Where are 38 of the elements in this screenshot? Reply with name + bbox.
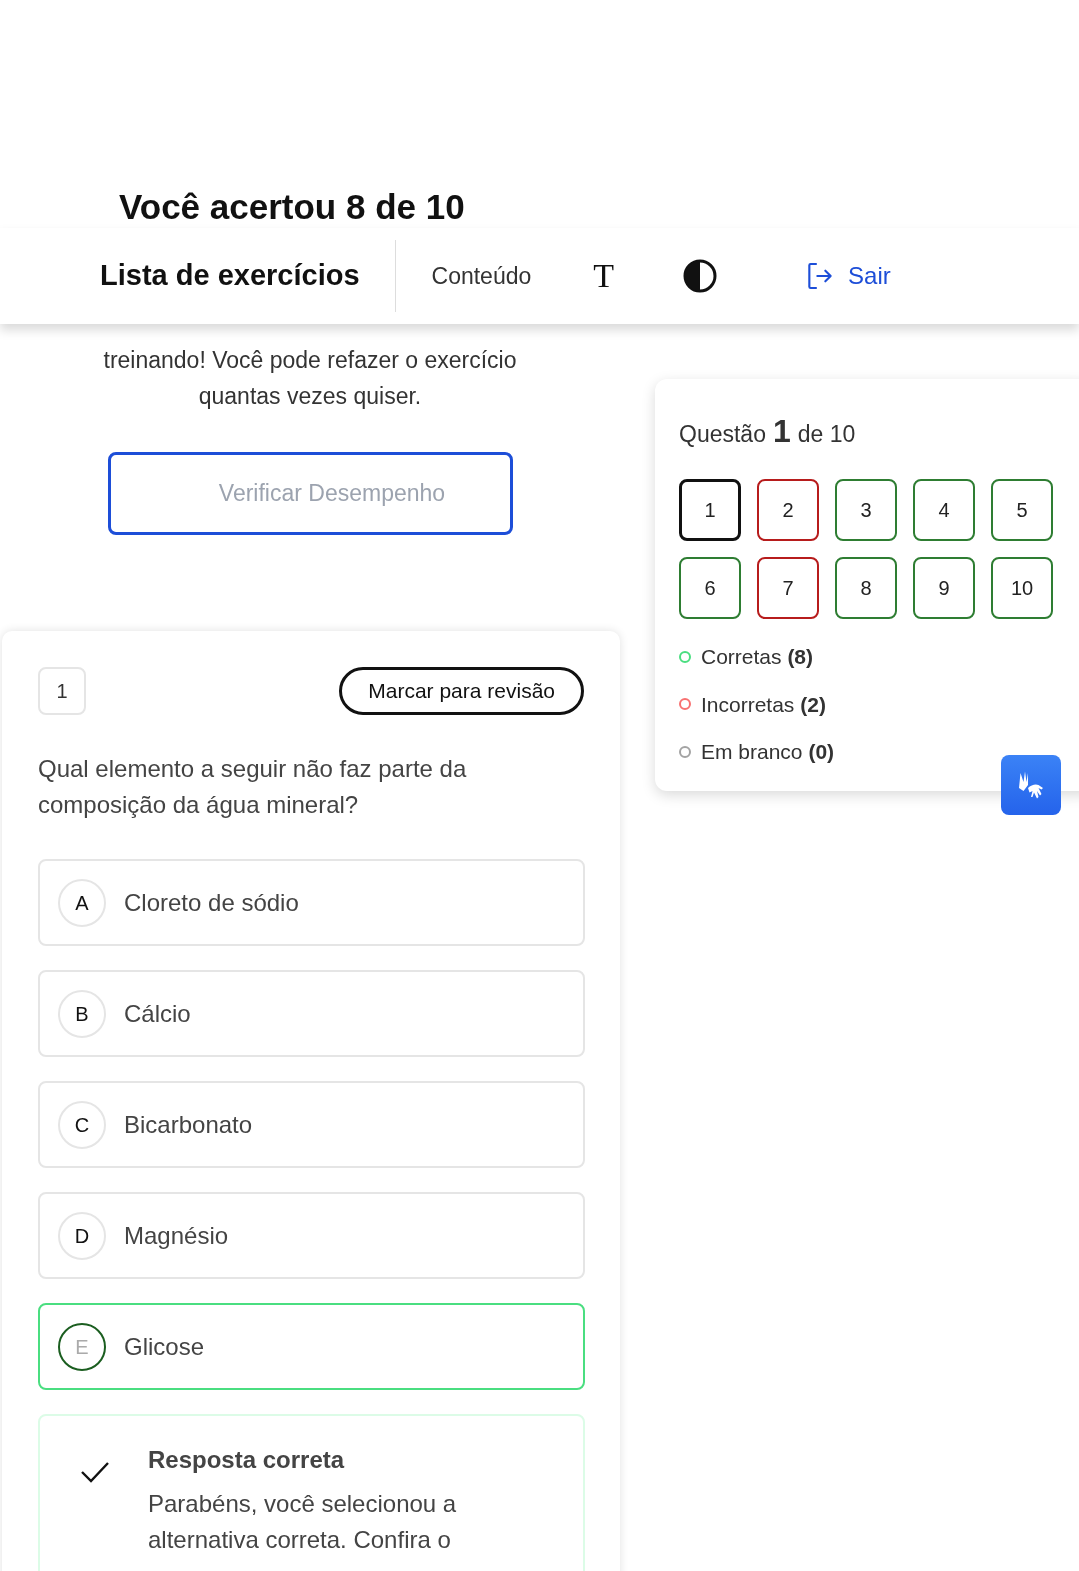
option-letter: E bbox=[58, 1322, 106, 1371]
question-number: 1 bbox=[38, 667, 86, 715]
question-button[interactable]: 1 bbox=[679, 479, 741, 541]
font-size-button[interactable]: T bbox=[593, 259, 615, 293]
legend-label: Corretas (8) bbox=[701, 644, 814, 670]
question-button[interactable]: 8 bbox=[835, 557, 897, 619]
question-button[interactable]: 5 bbox=[991, 479, 1053, 541]
summary-text: treinando! Você pode refazer o exercício quantas vezes quiser. bbox=[102, 346, 518, 411]
question-counter: Questão 1 de 10 bbox=[679, 412, 857, 451]
feedback-title: Resposta correta bbox=[148, 1445, 346, 1475]
answer-option[interactable]: D Magnésio bbox=[38, 1192, 585, 1279]
answer-option[interactable]: B Cálcio bbox=[38, 970, 585, 1057]
page-title: Lista de exercícios bbox=[100, 258, 360, 294]
answer-option[interactable]: C Bicarbonato bbox=[38, 1081, 585, 1168]
question-button[interactable]: 4 bbox=[913, 479, 975, 541]
answer-option[interactable]: A Cloreto de sódio bbox=[38, 859, 585, 946]
question-text: Qual elemento a seguir não faz parte da composição da água mineral? bbox=[38, 754, 468, 820]
question-button[interactable]: 3 bbox=[835, 479, 897, 541]
contrast-icon[interactable] bbox=[682, 258, 719, 294]
content-link[interactable]: Conteúdo bbox=[431, 258, 532, 294]
question-button[interactable]: 6 bbox=[679, 557, 741, 619]
option-letter: B bbox=[58, 989, 106, 1038]
legend-label: Em branco (0) bbox=[701, 739, 835, 765]
check-icon bbox=[80, 1460, 110, 1484]
answer-option[interactable]: E Glicose bbox=[38, 1303, 585, 1390]
question-button[interactable]: 2 bbox=[757, 479, 819, 541]
legend-label: Incorretas (2) bbox=[701, 691, 826, 718]
question-button[interactable]: 7 bbox=[757, 557, 819, 619]
question-button[interactable]: 9 bbox=[913, 557, 975, 619]
sign-language-button[interactable] bbox=[1001, 755, 1061, 815]
question-button[interactable]: 10 bbox=[991, 557, 1053, 619]
option-letter: D bbox=[58, 1211, 106, 1260]
mark-for-review-button[interactable]: Marcar para revisão bbox=[339, 667, 584, 715]
logout-button[interactable]: Sair bbox=[804, 258, 891, 294]
option-letter: C bbox=[58, 1100, 106, 1149]
result-title: Você acertou 8 de 10 bbox=[119, 186, 465, 228]
feedback-text: Parabéns, você selecionou a alternativa correta. Confira o bbox=[148, 1489, 458, 1555]
option-letter: A bbox=[58, 878, 106, 927]
